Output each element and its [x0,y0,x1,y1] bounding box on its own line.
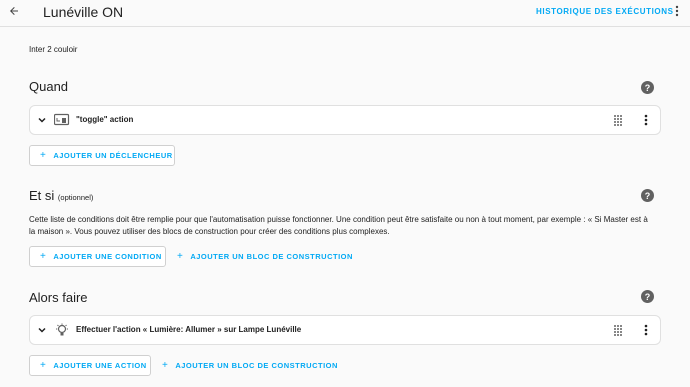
drag-handle-icon[interactable] [613,324,623,336]
lightbulb-icon [56,323,68,336]
more-vertical-icon [644,114,648,126]
add-action-block-label: AJOUTER UN BLOC DE CONSTRUCTION [175,361,338,370]
trigger-more-button[interactable] [642,113,650,127]
conditions-title: Et si (optionnel) [29,188,93,203]
back-button[interactable] [5,2,23,20]
add-trigger-button[interactable]: + AJOUTER UN DÉCLENCHEUR [29,145,175,166]
triggers-title: Quand [29,79,69,94]
add-trigger-label: AJOUTER UN DÉCLENCHEUR [53,151,173,160]
action-label: Effectuer l'action « Lumière: Allumer » … [76,325,302,334]
add-action-label: AJOUTER UNE ACTION [53,361,147,370]
arrow-left-icon [10,7,18,15]
plus-icon: + [40,150,47,161]
conditions-optional-label: (optionnel) [57,193,94,202]
plus-icon: + [40,251,47,262]
automation-description: Inter 2 couloir [29,45,78,54]
action-more-button[interactable] [642,323,650,337]
chevron-down-icon[interactable] [37,325,47,335]
action-row[interactable]: Effectuer l'action « Lumière: Allumer » … [29,315,661,345]
trigger-label: "toggle" action [76,115,134,124]
more-vertical-icon [675,5,679,17]
add-action-block-button[interactable]: + AJOUTER UN BLOC DE CONSTRUCTION [162,355,338,376]
plus-icon: + [40,360,47,371]
actions-help-icon[interactable]: ? [641,290,654,303]
overflow-menu-button[interactable] [672,3,682,19]
plus-icon: + [177,251,184,262]
more-vertical-icon [644,324,648,336]
execution-history-button[interactable]: HISTORIQUE DES EXÉCUTIONS [536,7,674,16]
conditions-description: Cette liste de conditions doit être remp… [29,215,648,236]
add-condition-button[interactable]: + AJOUTER UNE CONDITION [29,246,166,267]
add-condition-block-button[interactable]: + AJOUTER UN BLOC DE CONSTRUCTION [177,246,353,267]
triggers-help-icon[interactable]: ? [641,81,654,94]
add-condition-block-label: AJOUTER UN BLOC DE CONSTRUCTION [190,252,353,261]
conditions-help-icon[interactable]: ? [641,189,654,202]
actions-title: Alors faire [29,290,88,305]
trigger-row[interactable]: "toggle" action [29,105,661,135]
top-app-bar: Lunéville ON HISTORIQUE DES EXÉCUTIONS [0,0,690,27]
add-condition-label: AJOUTER UNE CONDITION [53,252,162,261]
drag-handle-icon[interactable] [613,114,623,126]
conditions-title-text: Et si [29,188,55,203]
page-title: Lunéville ON [43,4,124,20]
plus-icon: + [162,360,169,371]
remote-device-icon [54,113,70,126]
add-action-button[interactable]: + AJOUTER UNE ACTION [29,355,151,376]
chevron-down-icon[interactable] [37,115,47,125]
